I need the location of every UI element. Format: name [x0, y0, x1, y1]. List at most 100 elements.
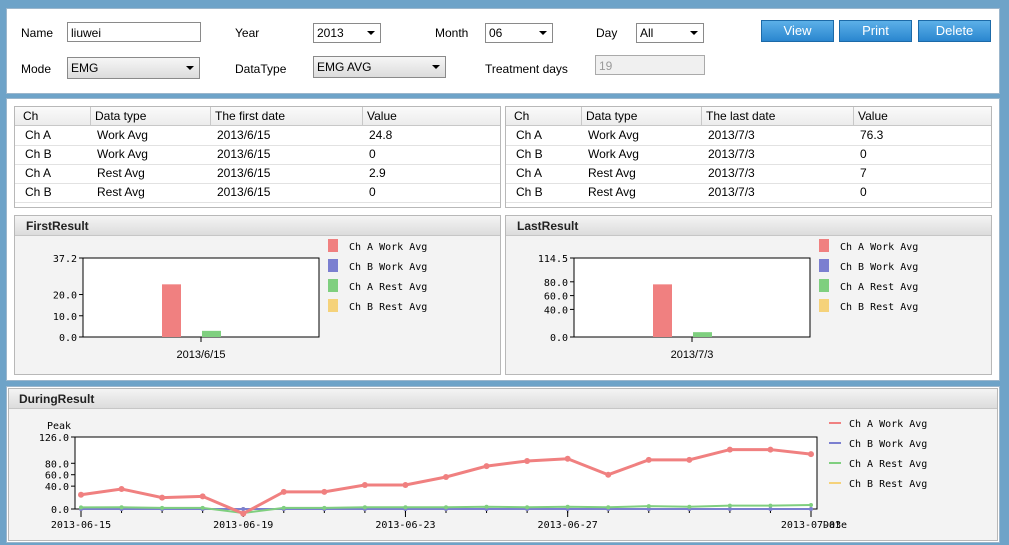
mode-value: EMG	[71, 61, 99, 75]
day-value: All	[640, 26, 654, 40]
data-point	[281, 505, 286, 510]
print-button[interactable]: Print	[839, 20, 912, 42]
table-row[interactable]: Ch A Rest Avg 2013/6/15 2.9	[15, 164, 500, 184]
month-select[interactable]: 06	[485, 23, 553, 43]
month-label: Month	[435, 26, 469, 40]
data-point	[241, 507, 246, 511]
data-point	[403, 505, 408, 510]
y-tick-label: 0.0	[550, 333, 568, 344]
data-point	[361, 482, 368, 488]
legend-label: Ch B Work Avg	[840, 262, 918, 273]
data-point	[119, 505, 124, 510]
chevron-down-icon	[432, 65, 440, 69]
data-point	[200, 505, 205, 510]
data-point	[809, 507, 813, 511]
legend-label: Ch B Work Avg	[849, 439, 927, 450]
chart-title: FirstResult	[26, 219, 89, 233]
table-row[interactable]: Ch A Work Avg 2013/7/3 76.3	[506, 126, 991, 146]
treatment-days-label: Treatment days	[485, 62, 568, 76]
table-row[interactable]: Ch A Rest Avg 2013/7/3 7	[506, 164, 991, 184]
y-tick-label: 114.5	[538, 254, 568, 265]
data-point	[321, 488, 328, 495]
table-row[interactable]: Ch B Rest Avg 2013/6/15 0	[15, 183, 500, 203]
mode-label: Mode	[21, 62, 52, 76]
during-result-chart: Peak126.0 80.060.040.0 0.0 2013-06-15 2013-0…	[39, 419, 927, 531]
data-point	[808, 451, 814, 458]
data-point	[525, 505, 530, 510]
y-tick-label: 60.0	[544, 292, 568, 303]
y-axis-label: Peak	[47, 421, 71, 432]
table-row[interactable]: Ch B Work Avg 2013/6/15 0	[15, 145, 500, 165]
name-input[interactable]: liuwei	[67, 22, 201, 42]
bar	[202, 330, 221, 337]
datatype-select[interactable]: EMG AVG	[313, 56, 446, 78]
data-point	[727, 507, 732, 511]
plot-area	[573, 257, 811, 338]
data-point	[443, 474, 449, 480]
legend-label: Ch B Work Avg	[349, 262, 427, 273]
filter-panel: Name liuwei Year 2013 Month 06 Day All V…	[6, 8, 1000, 94]
legend-label: Ch A Rest Avg	[349, 282, 427, 293]
data-point	[809, 503, 813, 507]
data-point	[727, 503, 732, 508]
during-result-panel: DuringResult Peak 126.0 80.0 60.0 40.0 0.0 201…	[6, 386, 1000, 543]
data-point	[444, 505, 448, 510]
data-point	[646, 504, 651, 509]
last-table: Ch Data type The last date Value Ch A Wor…	[505, 106, 992, 208]
column-header: Value	[367, 109, 397, 123]
chevron-down-icon	[367, 31, 375, 35]
table-row[interactable]: Ch B Rest Avg 2013/7/3 0	[506, 183, 991, 203]
y-tick-label: 37.2	[53, 254, 77, 265]
legend-label: Ch A Work Avg	[349, 242, 427, 253]
data-point	[199, 493, 206, 500]
table-header: Ch Data type The first date Value	[15, 107, 500, 126]
data-point	[484, 504, 489, 509]
legend-label: Ch A Rest Avg	[840, 282, 918, 293]
x-axis-label: Date	[823, 520, 847, 531]
year-select[interactable]: 2013	[313, 23, 381, 43]
legend-label: Ch B Rest Avg	[840, 302, 918, 313]
data-point	[768, 507, 773, 511]
y-tick-label: 10.0	[53, 312, 77, 323]
legend-swatch	[819, 279, 829, 292]
column-header: Ch	[514, 109, 530, 123]
last-result-chart: 114.5 80.0 60.0 40.0 0.0 2013/7/3 Ch A Work Av…	[538, 239, 918, 361]
legend-swatch	[328, 259, 338, 272]
x-tick-label: 2013-06-15	[51, 520, 111, 531]
legend-label: Ch B Rest Avg	[849, 479, 927, 490]
x-tick-label: 2013-06-27	[538, 520, 598, 531]
day-select[interactable]: All	[636, 23, 704, 43]
bar	[162, 284, 181, 337]
year-label: Year	[235, 26, 260, 40]
mode-select[interactable]: EMG	[67, 57, 200, 79]
last-result-group: LastResult 114.5 80.0 60.0 40.0 0.0 2013/7/3 C…	[505, 215, 992, 375]
column-header: The last date	[706, 109, 776, 123]
x-tick-label: 2013-06-23	[375, 520, 435, 531]
data-point	[768, 503, 773, 508]
data-point	[606, 505, 611, 510]
during-result-group: DuringResult Peak 126.0 80.0 60.0 40.0 0.0 201…	[8, 388, 998, 541]
table-row[interactable]: Ch B Work Avg 2013/7/3 0	[506, 145, 991, 165]
data-point	[78, 491, 84, 498]
data-point	[645, 456, 652, 463]
table-row[interactable]: Ch A Work Avg 2013/6/15 24.8	[15, 126, 500, 146]
data-point	[767, 446, 774, 453]
treatment-days-field[interactable]: 19	[595, 55, 705, 75]
data-point	[687, 504, 692, 509]
column-header: Data type	[586, 109, 638, 123]
delete-button[interactable]: Delete	[918, 20, 991, 42]
data-point	[483, 463, 490, 470]
chart-title: DuringResult	[19, 392, 95, 406]
y-tick-label: 0.0	[59, 333, 77, 344]
x-tick-label: 2013-06-19	[213, 520, 273, 531]
data-point	[726, 446, 733, 453]
legend-swatch	[328, 239, 338, 252]
view-button[interactable]: View	[761, 20, 834, 42]
data-point	[280, 488, 287, 495]
table-header: Ch Data type The last date Value	[506, 107, 991, 126]
legend-swatch	[819, 299, 829, 312]
legend-label: Ch B Rest Avg	[349, 302, 427, 313]
column-header: Data type	[95, 109, 147, 123]
data-point	[79, 505, 83, 510]
data-point	[524, 458, 531, 464]
